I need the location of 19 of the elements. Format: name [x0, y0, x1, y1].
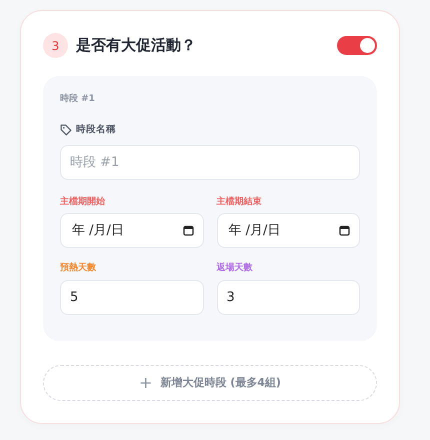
plus-icon: + [139, 370, 152, 395]
field-label: 返場天數 [216, 262, 254, 276]
field-label: 主檔期結束 [216, 196, 262, 209]
field-label: 預熱天數 [60, 262, 97, 276]
step-number: 3 [43, 33, 68, 58]
period-heading: 時段 #1 [60, 93, 96, 106]
tag-icon [60, 124, 72, 136]
date-field[interactable]: 年 /月/日 [216, 213, 360, 248]
add-period-button[interactable]: + 新增大促時段 (最多4組) [43, 364, 377, 401]
number-field[interactable]: 3 [216, 280, 360, 315]
calendar-icon[interactable] [339, 225, 350, 236]
input-field[interactable]: 時段 #1 [60, 144, 360, 180]
calendar-icon[interactable] [182, 225, 194, 236]
field-label: 時段名稱 [76, 122, 116, 136]
field-label: 主檔期開始 [60, 196, 106, 209]
section-title: 是否有大促活動？ [76, 35, 196, 56]
toggle-switch[interactable] [337, 36, 377, 55]
date-field[interactable]: 年 /月/日 [60, 213, 204, 248]
number-field[interactable]: 5 [60, 280, 204, 315]
